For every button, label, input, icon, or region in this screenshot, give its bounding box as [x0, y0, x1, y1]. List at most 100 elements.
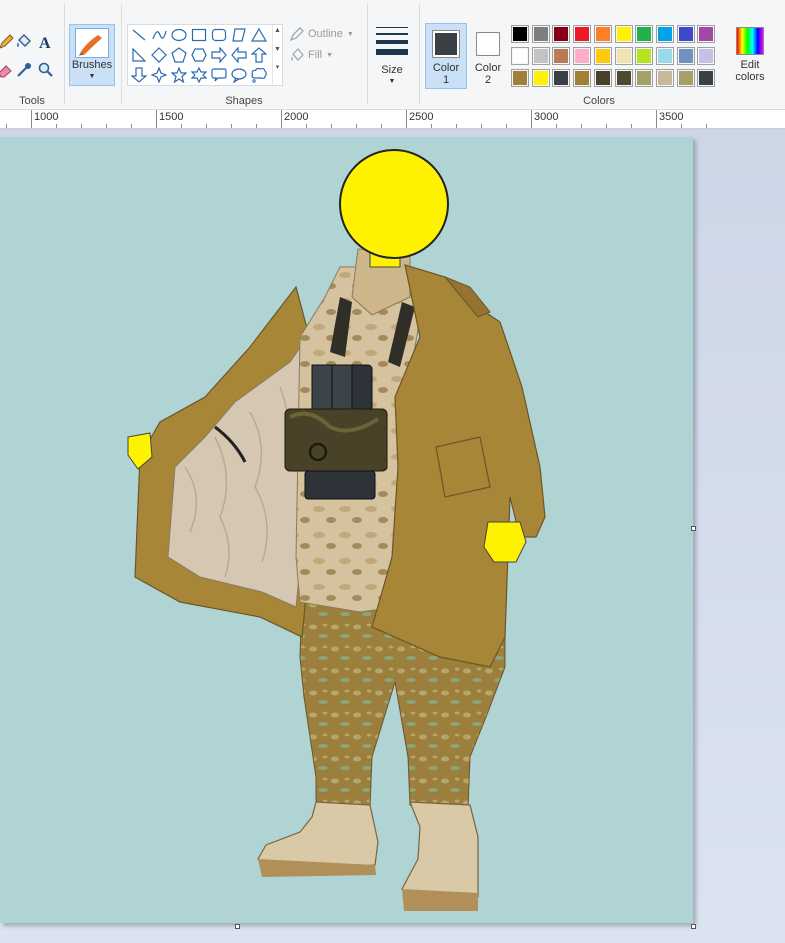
- palette-swatch[interactable]: [676, 69, 695, 87]
- palette-swatch[interactable]: [531, 69, 550, 87]
- palette-swatch[interactable]: [697, 25, 716, 43]
- edit-colors-button[interactable]: Edit colors: [731, 24, 769, 90]
- oval-shape-icon[interactable]: [169, 25, 189, 45]
- chevron-down-icon[interactable]: ▼: [273, 46, 282, 53]
- palette-swatch[interactable]: [511, 25, 529, 43]
- palette-swatch[interactable]: [635, 69, 654, 87]
- left-arrow-shape-icon[interactable]: [229, 45, 249, 65]
- resize-handle-corner[interactable]: [691, 924, 696, 929]
- separator: [367, 4, 368, 104]
- rounded-callout-shape-icon[interactable]: [209, 65, 229, 85]
- down-arrow-shape-icon[interactable]: [129, 65, 149, 85]
- color-picker-icon[interactable]: [14, 60, 34, 80]
- palette-swatch[interactable]: [655, 25, 674, 43]
- six-point-star-shape-icon[interactable]: [189, 65, 209, 85]
- ruler-label: 3500: [659, 111, 684, 123]
- ruler-label: 1500: [159, 111, 184, 123]
- diamond-shape-icon[interactable]: [149, 45, 169, 65]
- palette-swatch[interactable]: [697, 47, 716, 65]
- head-circle: [339, 149, 449, 259]
- tools-group: A Tools: [0, 0, 64, 110]
- palette-swatch[interactable]: [531, 47, 550, 65]
- color-2-label: Color: [474, 62, 502, 74]
- palette-swatch[interactable]: [614, 69, 633, 87]
- palette-swatch[interactable]: [635, 47, 654, 65]
- pentagon-shape-icon[interactable]: [169, 45, 189, 65]
- chevron-down-icon: ▼: [346, 30, 354, 38]
- canvas-workspace: [0, 129, 785, 943]
- oval-callout-shape-icon[interactable]: [229, 65, 249, 85]
- right-arrow-shape-icon[interactable]: [209, 45, 229, 65]
- four-point-star-shape-icon[interactable]: [149, 65, 169, 85]
- rounded-rectangle-shape-icon[interactable]: [209, 25, 229, 45]
- palette-swatch[interactable]: [573, 69, 592, 87]
- color-1-button[interactable]: Color 1: [425, 23, 467, 89]
- magnifier-icon[interactable]: [36, 60, 56, 80]
- edit-colors-label-1: Edit: [740, 59, 760, 71]
- palette-swatch[interactable]: [593, 47, 612, 65]
- palette-swatch[interactable]: [676, 25, 695, 43]
- right-triangle-shape-icon[interactable]: [129, 45, 149, 65]
- palette-swatch[interactable]: [614, 25, 633, 43]
- ruler-tick: [181, 124, 182, 128]
- palette-swatch[interactable]: [552, 25, 571, 43]
- outline-dropdown[interactable]: Outline ▼: [290, 27, 354, 41]
- ruler-tick: [431, 124, 432, 128]
- utility-pouch: [284, 408, 388, 472]
- chevron-up-icon[interactable]: ▲: [273, 27, 282, 34]
- ruler-tick: [131, 124, 132, 128]
- palette-swatch[interactable]: [655, 69, 674, 87]
- horizontal-ruler: 1000 1500 2000 2500 3000 3500: [0, 110, 785, 129]
- palette-swatch[interactable]: [511, 47, 529, 65]
- up-arrow-shape-icon[interactable]: [249, 45, 269, 65]
- fill-dropdown[interactable]: Fill ▼: [290, 48, 333, 62]
- shapes-group-label: Shapes: [225, 95, 263, 107]
- ruler-tick: [481, 124, 482, 128]
- color-2-swatch: [476, 32, 500, 56]
- palette-swatch[interactable]: [635, 25, 654, 43]
- ruler-tick: [656, 110, 657, 128]
- brushes-button[interactable]: Brushes ▼: [69, 24, 115, 86]
- palette-swatch[interactable]: [655, 47, 674, 65]
- chevron-down-icon: ▼: [388, 78, 396, 85]
- ruler-tick: [106, 124, 107, 128]
- palette-swatch[interactable]: [593, 69, 612, 87]
- palette-swatch[interactable]: [593, 25, 612, 43]
- ruler-tick: [606, 124, 607, 128]
- palette-swatch[interactable]: [511, 69, 529, 87]
- ruler-label: 1000: [34, 111, 59, 123]
- palette-swatch[interactable]: [614, 47, 633, 65]
- ruler-label: 3000: [534, 111, 559, 123]
- expand-gallery-icon[interactable]: ▾: [273, 63, 282, 71]
- ruler-tick: [406, 110, 407, 128]
- five-point-star-shape-icon[interactable]: [169, 65, 189, 85]
- palette-swatch[interactable]: [552, 69, 571, 87]
- hexagon-shape-icon[interactable]: [189, 45, 209, 65]
- line-shape-icon[interactable]: [129, 25, 149, 45]
- ruler-tick: [56, 124, 57, 128]
- rectangle-shape-icon[interactable]: [189, 25, 209, 45]
- palette-swatch[interactable]: [552, 47, 571, 65]
- curve-shape-icon[interactable]: [149, 25, 169, 45]
- brush-icon: [75, 28, 109, 58]
- palette-swatch[interactable]: [697, 69, 716, 87]
- shapes-gallery[interactable]: ▲ ▼ ▾: [127, 24, 283, 86]
- palette-swatch[interactable]: [573, 47, 592, 65]
- gallery-scrollbar[interactable]: ▲ ▼ ▾: [272, 25, 282, 85]
- palette-swatch[interactable]: [573, 25, 592, 43]
- right-boot: [401, 801, 479, 906]
- ruler-tick: [231, 124, 232, 128]
- fill-bucket-icon[interactable]: [14, 32, 34, 52]
- ruler-tick: [356, 124, 357, 128]
- cloud-callout-shape-icon[interactable]: [249, 65, 269, 85]
- palette-swatch[interactable]: [676, 47, 695, 65]
- text-icon[interactable]: A: [36, 32, 56, 52]
- resize-handle-right[interactable]: [691, 526, 696, 531]
- triangle-shape-icon[interactable]: [249, 25, 269, 45]
- color-2-button[interactable]: Color 2: [468, 23, 508, 89]
- palette-swatch[interactable]: [531, 25, 550, 43]
- polygon-shape-icon[interactable]: [229, 25, 249, 45]
- size-button[interactable]: Size ▼: [371, 24, 413, 86]
- resize-handle-bottom[interactable]: [235, 924, 240, 929]
- drawing-canvas[interactable]: [0, 137, 693, 923]
